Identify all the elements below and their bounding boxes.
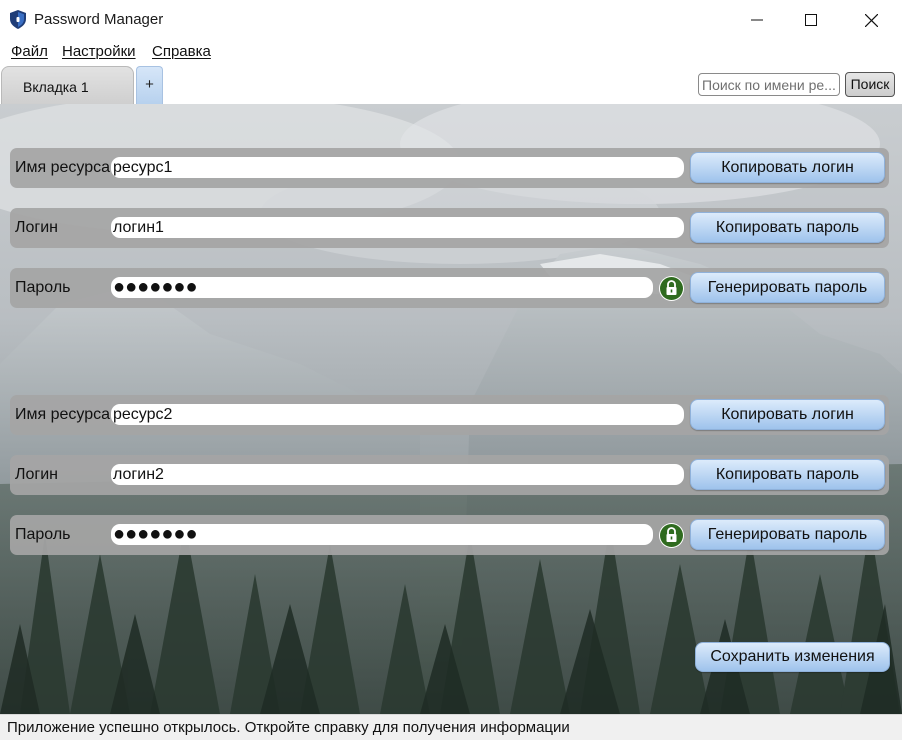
password-field[interactable]: ●●●●●●●	[111, 277, 653, 298]
lock-icon	[660, 277, 683, 300]
close-icon	[864, 13, 878, 27]
generate-password-button[interactable]: Генерировать пароль	[690, 272, 885, 303]
login-field[interactable]: логин1	[111, 217, 684, 238]
copy-password-button[interactable]: Копировать пароль	[690, 212, 885, 243]
login-label: Логин	[15, 219, 59, 236]
resource-label: Имя ресурса	[15, 406, 111, 423]
toggle-password-visibility-button[interactable]	[659, 523, 684, 548]
login-field[interactable]: логин2	[111, 464, 684, 485]
menu-settings[interactable]: Настройки	[62, 43, 136, 60]
search-button[interactable]: Поиск	[845, 72, 895, 97]
maximize-button[interactable]	[782, 0, 840, 40]
resource-label: Имя ресурса	[15, 159, 111, 176]
resource-row-2: Имя ресурса ресурс2 Копировать логин	[10, 395, 889, 435]
copy-login-button[interactable]: Копировать логин	[690, 152, 885, 183]
minimize-button[interactable]	[728, 0, 786, 40]
window-title: Password Manager	[34, 11, 164, 28]
generate-password-button[interactable]: Генерировать пароль	[690, 519, 885, 550]
shield-icon	[10, 10, 26, 29]
resource-field[interactable]: ресурс2	[111, 404, 684, 425]
tab-1[interactable]: Вкладка 1	[1, 66, 134, 104]
search-input[interactable]	[698, 73, 840, 96]
tab-bar: Вкладка 1 + Поиск	[0, 64, 902, 104]
password-field[interactable]: ●●●●●●●	[111, 524, 653, 545]
resource-field[interactable]: ресурс1	[111, 157, 684, 178]
menu-file[interactable]: Файл	[11, 43, 48, 60]
status-message: Приложение успешно открылось. Откройте с…	[7, 719, 570, 736]
status-bar: Приложение успешно открылось. Откройте с…	[0, 714, 902, 740]
add-tab-button[interactable]: +	[136, 66, 163, 104]
copy-password-button[interactable]: Копировать пароль	[690, 459, 885, 490]
password-label: Пароль	[15, 279, 71, 296]
login-label: Логин	[15, 466, 59, 483]
password-label: Пароль	[15, 526, 71, 543]
login-row-2: Логин логин2 Копировать пароль	[10, 455, 889, 495]
resource-row-1: Имя ресурса ресурс1 Копировать логин	[10, 148, 889, 188]
main-content: Имя ресурса ресурс1 Копировать логин Лог…	[0, 104, 902, 714]
toggle-password-visibility-button[interactable]	[659, 276, 684, 301]
menu-help[interactable]: Справка	[152, 43, 211, 60]
minimize-icon	[751, 19, 763, 21]
menu-bar: Файл Настройки Справка	[0, 40, 902, 64]
maximize-icon	[805, 14, 817, 26]
lock-icon	[660, 524, 683, 547]
title-bar: Password Manager	[0, 0, 902, 40]
password-row-1: Пароль ●●●●●●● Генерировать пароль	[10, 268, 889, 308]
close-button[interactable]	[842, 0, 900, 40]
save-changes-button[interactable]: Сохранить изменения	[695, 642, 890, 672]
tab-label: Вкладка 1	[23, 79, 89, 95]
login-row-1: Логин логин1 Копировать пароль	[10, 208, 889, 248]
copy-login-button[interactable]: Копировать логин	[690, 399, 885, 430]
password-row-2: Пароль ●●●●●●● Генерировать пароль	[10, 515, 889, 555]
